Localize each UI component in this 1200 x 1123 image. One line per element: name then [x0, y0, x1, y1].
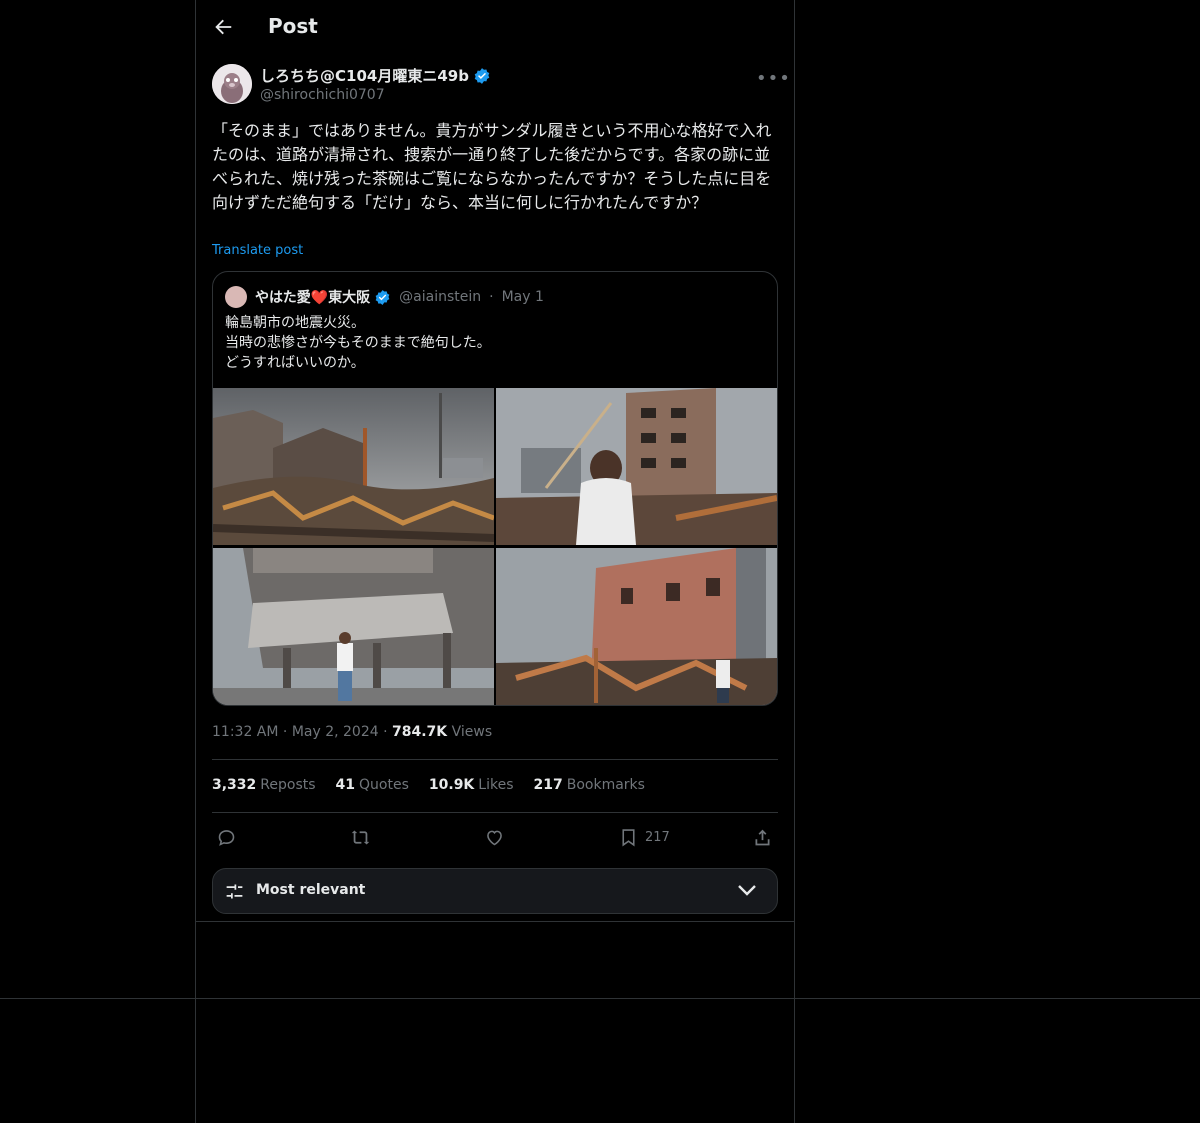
- share-button[interactable]: [752, 826, 773, 848]
- reply-sort-dropdown[interactable]: Most relevant: [212, 868, 778, 914]
- quotes-stat[interactable]: 41 Quotes: [336, 777, 409, 793]
- quoted-date[interactable]: May 1: [502, 289, 544, 305]
- like-button[interactable]: [484, 826, 505, 848]
- meta-sep: ·: [282, 724, 288, 740]
- sort-label: Most relevant: [256, 882, 366, 898]
- sliders-icon: [226, 884, 243, 899]
- reposts-stat[interactable]: 3,332 Reposts: [212, 777, 316, 793]
- post-time[interactable]: 11:32 AM: [212, 724, 278, 740]
- quoted-name[interactable]: やはた愛❤️東大阪: [255, 287, 370, 307]
- page-title: Post: [268, 14, 318, 38]
- media-photo[interactable]: [213, 388, 494, 545]
- bookmarks-label: Bookmarks: [566, 777, 645, 793]
- bookmarks-stat[interactable]: 217 Bookmarks: [534, 777, 645, 793]
- more-icon[interactable]: •••: [756, 68, 791, 89]
- divider: [212, 812, 778, 813]
- media-photo[interactable]: [496, 548, 777, 705]
- quotes-count: 41: [335, 777, 356, 793]
- divider: [212, 759, 778, 760]
- reposts-count: 3,332: [212, 777, 257, 793]
- back-arrow-icon[interactable]: [212, 16, 234, 38]
- likes-count: 10.9K: [428, 777, 475, 793]
- verified-badge-icon: [375, 289, 390, 305]
- share-icon: [755, 829, 770, 845]
- author-name-text[interactable]: しろちち@C104月曜東ニ49b: [260, 65, 469, 86]
- main-column: Post しろちち@C104月曜東ニ49b @shirochichi0707 •…: [195, 0, 795, 1123]
- quoted-sep: ·: [489, 289, 494, 305]
- author-name[interactable]: しろちち@C104月曜東ニ49b: [260, 65, 491, 86]
- author-handle[interactable]: @shirochichi0707: [260, 87, 385, 103]
- meta-sep: ·: [383, 724, 388, 740]
- quotes-label: Quotes: [359, 777, 409, 793]
- views-count: 784.7K: [392, 724, 448, 740]
- media-photo[interactable]: [213, 548, 494, 705]
- views-label: Views: [451, 724, 493, 740]
- like-icon: [487, 830, 502, 845]
- bookmark-count: 217: [645, 829, 670, 845]
- page-header: Post: [196, 0, 794, 53]
- bookmark-button[interactable]: 217: [618, 826, 670, 848]
- quoted-avatar[interactable]: [225, 286, 247, 308]
- media-photo[interactable]: [496, 388, 777, 545]
- reposts-label: Reposts: [260, 777, 316, 793]
- media-grid: [213, 388, 777, 705]
- likes-stat[interactable]: 10.9K Likes: [429, 777, 514, 793]
- bookmarks-count: 217: [533, 777, 563, 793]
- bookmark-icon: [622, 828, 635, 846]
- repost-icon: [351, 830, 370, 844]
- quoted-text: 輪島朝市の地震火災。 当時の悲惨さが今もそのままで絶句した。 どうすればいいのか…: [225, 315, 491, 371]
- quoted-post[interactable]: やはた愛❤️東大阪 @aiainstein · May 1 輪島朝市の地震火災。…: [212, 271, 778, 706]
- post-text: 「そのまま」ではありません。貴方がサンダル履きという不用心な格好で入れたのは、道…: [212, 121, 772, 212]
- likes-label: Likes: [478, 777, 514, 793]
- quoted-header: やはた愛❤️東大阪 @aiainstein · May 1: [225, 286, 544, 308]
- reply-button[interactable]: [216, 826, 237, 848]
- action-bar: 217: [212, 826, 778, 850]
- post-date[interactable]: May 2, 2024: [292, 724, 379, 740]
- section-divider: [196, 921, 794, 922]
- quoted-handle[interactable]: @aiainstein: [399, 289, 481, 305]
- verified-badge-icon: [474, 67, 490, 84]
- translate-link[interactable]: Translate post: [212, 243, 303, 258]
- page-divider: [0, 998, 1200, 999]
- avatar[interactable]: [212, 64, 252, 104]
- post-stats: 3,332 Reposts 41 Quotes 10.9K Likes 217 Book…: [212, 777, 645, 793]
- repost-button[interactable]: [350, 826, 371, 848]
- reply-icon: [218, 829, 235, 846]
- chevron-down-icon: [738, 885, 756, 896]
- post-meta: 11:32 AM · May 2, 2024 · 784.7K Views: [212, 724, 492, 740]
